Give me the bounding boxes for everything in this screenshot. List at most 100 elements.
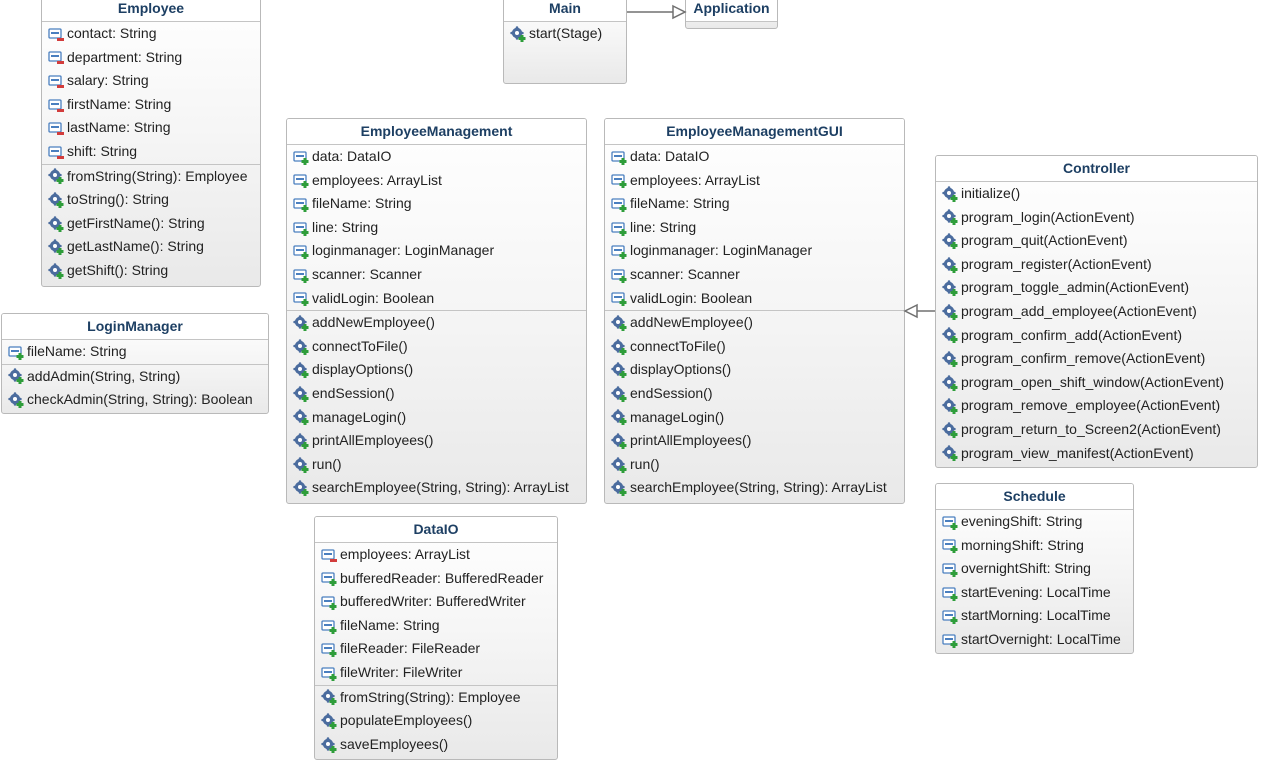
class-name: Main (504, 0, 626, 22)
method[interactable]: program_confirm_remove(ActionEvent) (936, 347, 1257, 371)
method[interactable]: addNewEmployee() (605, 311, 904, 335)
fields-section: employees: ArrayList bufferedReader: Buf… (315, 543, 557, 686)
private-field-icon (48, 73, 64, 89)
method[interactable]: addAdmin(String, String) (2, 365, 268, 389)
method[interactable]: connectToFile() (287, 335, 586, 359)
method[interactable]: getFirstName(): String (42, 212, 260, 236)
private-field-icon (48, 97, 64, 113)
class-name: EmployeeManagementGUI (605, 119, 904, 145)
public-field-icon (293, 196, 309, 212)
field[interactable]: data: DataIO (287, 145, 586, 169)
field[interactable]: department: String (42, 46, 260, 70)
field[interactable]: shift: String (42, 140, 260, 164)
method[interactable]: manageLogin() (605, 406, 904, 430)
field[interactable]: data: DataIO (605, 145, 904, 169)
public-field-icon (8, 344, 24, 360)
method[interactable]: printAllEmployees() (605, 429, 904, 453)
class-employee[interactable]: Employee contact: String department: Str… (41, 0, 261, 287)
method[interactable]: searchEmployee(String, String): ArrayLis… (605, 476, 904, 500)
field[interactable]: lastName: String (42, 116, 260, 140)
method[interactable]: program_login(ActionEvent) (936, 206, 1257, 230)
method[interactable]: manageLogin() (287, 406, 586, 430)
field[interactable]: morningShift: String (936, 534, 1133, 558)
method[interactable]: printAllEmployees() (287, 429, 586, 453)
field[interactable]: contact: String (42, 22, 260, 46)
public-method-icon (942, 422, 958, 438)
field[interactable]: firstName: String (42, 93, 260, 117)
method[interactable]: checkAdmin(String, String): Boolean (2, 388, 268, 412)
method[interactable]: program_add_employee(ActionEvent) (936, 300, 1257, 324)
method[interactable]: populateEmployees() (315, 709, 557, 733)
method[interactable]: getLastName(): String (42, 235, 260, 259)
field[interactable]: validLogin: Boolean (287, 287, 586, 311)
method[interactable]: program_remove_employee(ActionEvent) (936, 394, 1257, 418)
class-controller[interactable]: Controller initialize() program_login(Ac… (935, 155, 1258, 468)
generalization-controller-to-gui[interactable] (903, 303, 935, 319)
class-schedule[interactable]: Schedule eveningShift: String morningShi… (935, 483, 1134, 654)
field[interactable]: salary: String (42, 69, 260, 93)
field[interactable]: fileName: String (287, 192, 586, 216)
field[interactable]: loginmanager: LoginManager (287, 239, 586, 263)
method[interactable]: program_toggle_admin(ActionEvent) (936, 276, 1257, 300)
method[interactable]: program_view_manifest(ActionEvent) (936, 442, 1257, 466)
method[interactable]: searchEmployee(String, String): ArrayLis… (287, 476, 586, 500)
public-field-icon (942, 514, 958, 530)
method[interactable]: fromString(String): Employee (42, 165, 260, 189)
method[interactable]: displayOptions() (287, 358, 586, 382)
generalization-main-to-application[interactable] (627, 4, 687, 20)
method[interactable]: toString(): String (42, 188, 260, 212)
method[interactable]: endSession() (287, 382, 586, 406)
field[interactable]: bufferedWriter: BufferedWriter (315, 590, 557, 614)
field[interactable]: employees: ArrayList (287, 169, 586, 193)
field[interactable]: startMorning: LocalTime (936, 604, 1133, 628)
method[interactable]: program_quit(ActionEvent) (936, 229, 1257, 253)
method[interactable]: program_register(ActionEvent) (936, 253, 1257, 277)
field[interactable]: startOvernight: LocalTime (936, 628, 1133, 652)
public-method-icon (8, 368, 24, 385)
field[interactable]: fileName: String (2, 340, 268, 364)
public-field-icon (942, 608, 958, 625)
method[interactable]: initialize() (936, 182, 1257, 206)
class-main[interactable]: Main start(Stage) (503, 0, 627, 84)
field[interactable]: fileName: String (315, 614, 557, 638)
method[interactable]: program_return_to_Screen2(ActionEvent) (936, 418, 1257, 442)
method[interactable]: run() (605, 453, 904, 477)
public-field-icon (942, 537, 958, 554)
field[interactable]: line: String (287, 216, 586, 240)
class-name: Schedule (936, 484, 1133, 510)
public-method-icon (611, 386, 627, 402)
class-employee-management-gui[interactable]: EmployeeManagementGUI data: DataIO emplo… (604, 118, 905, 504)
class-employee-management[interactable]: EmployeeManagement data: DataIO employee… (286, 118, 587, 504)
field[interactable]: line: String (605, 216, 904, 240)
method[interactable]: connectToFile() (605, 335, 904, 359)
class-application[interactable]: Application (685, 0, 778, 29)
field[interactable]: scanner: Scanner (605, 263, 904, 287)
method[interactable]: run() (287, 453, 586, 477)
field[interactable]: validLogin: Boolean (605, 287, 904, 311)
method[interactable]: endSession() (605, 382, 904, 406)
method[interactable]: start(Stage) (504, 22, 626, 46)
class-login-manager[interactable]: LoginManager fileName: String addAdmin(S… (1, 313, 269, 414)
field[interactable]: fileReader: FileReader (315, 637, 557, 661)
field[interactable]: overnightShift: String (936, 557, 1133, 581)
public-method-icon (293, 362, 309, 379)
method[interactable]: addNewEmployee() (287, 311, 586, 335)
class-name: Employee (42, 0, 260, 22)
field[interactable]: scanner: Scanner (287, 263, 586, 287)
method[interactable]: displayOptions() (605, 358, 904, 382)
field[interactable]: loginmanager: LoginManager (605, 239, 904, 263)
method[interactable]: fromString(String): Employee (315, 686, 557, 710)
class-data-io[interactable]: DataIO employees: ArrayList bufferedRead… (314, 516, 558, 760)
method[interactable]: program_open_shift_window(ActionEvent) (936, 371, 1257, 395)
public-method-icon (8, 392, 24, 408)
field[interactable]: bufferedReader: BufferedReader (315, 567, 557, 591)
field[interactable]: employees: ArrayList (605, 169, 904, 193)
method[interactable]: saveEmployees() (315, 733, 557, 757)
field[interactable]: startEvening: LocalTime (936, 581, 1133, 605)
method[interactable]: getShift(): String (42, 259, 260, 283)
field[interactable]: fileName: String (605, 192, 904, 216)
method[interactable]: program_confirm_add(ActionEvent) (936, 324, 1257, 348)
field[interactable]: employees: ArrayList (315, 543, 557, 567)
field[interactable]: eveningShift: String (936, 510, 1133, 534)
field[interactable]: fileWriter: FileWriter (315, 661, 557, 685)
